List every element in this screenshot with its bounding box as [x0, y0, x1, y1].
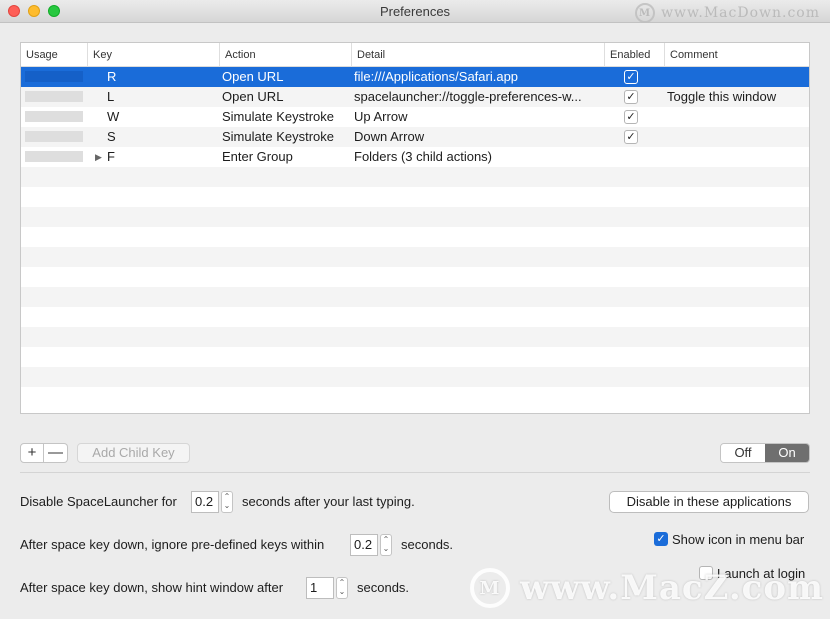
- add-key-button[interactable]: +: [20, 443, 44, 463]
- table-row[interactable]: S Simulate Keystroke Down Arrow ✓: [21, 127, 809, 147]
- row-comment: [667, 127, 807, 147]
- ignore-keys-label: After space key down, ignore pre-defined…: [20, 537, 325, 552]
- enable-toggle[interactable]: Off On: [720, 443, 810, 463]
- ignore-keys-suffix: seconds.: [401, 537, 454, 552]
- toggle-off-segment[interactable]: Off: [721, 444, 765, 462]
- row-action: Open URL: [222, 69, 284, 84]
- row-key: R: [107, 69, 117, 84]
- empty-table-row: [21, 387, 809, 407]
- empty-table-row: [21, 287, 809, 307]
- hint-delay-label: After space key down, show hint window a…: [20, 580, 284, 595]
- show-icon-label[interactable]: Show icon in menu bar: [672, 532, 804, 547]
- enabled-checkbox[interactable]: ✓: [624, 130, 638, 144]
- section-divider: [20, 472, 810, 473]
- empty-table-row: [21, 267, 809, 287]
- stepper-down-icon[interactable]: ⌄: [381, 544, 391, 553]
- watermark-top: M www.MacDown.com: [635, 3, 820, 23]
- column-header-comment[interactable]: Comment: [664, 43, 809, 67]
- watermark-top-text: www.MacDown.com: [661, 5, 820, 21]
- usage-bar: [25, 111, 83, 122]
- column-header-enabled[interactable]: Enabled: [604, 43, 664, 67]
- row-detail: Folders (3 child actions): [354, 149, 492, 164]
- row-comment: Toggle this window: [667, 89, 777, 104]
- toggle-on-segment[interactable]: On: [765, 444, 809, 462]
- empty-table-row: [21, 247, 809, 267]
- watermark-bottom-text: www.MacZ.com: [520, 568, 825, 608]
- hint-delay-stepper[interactable]: ⌃ ⌄: [336, 577, 348, 599]
- row-key: S: [107, 129, 116, 144]
- enabled-checkbox[interactable]: ✓: [624, 110, 638, 124]
- row-detail: Up Arrow: [354, 109, 408, 124]
- usage-bar: [25, 131, 83, 142]
- empty-table-row: [21, 327, 809, 347]
- usage-bar: [25, 151, 83, 162]
- watermark-logo-icon: M: [635, 3, 656, 23]
- row-comment: [667, 107, 807, 127]
- watermark-bottom: M www.MacZ.com: [470, 568, 824, 608]
- disable-delay-suffix: seconds after your last typing.: [242, 494, 415, 509]
- table-row[interactable]: R Open URL file:///Applications/Safari.app…: [21, 67, 809, 87]
- enabled-checkbox[interactable]: ✓: [624, 90, 638, 104]
- ignore-keys-field[interactable]: 0.2: [350, 534, 378, 556]
- preferences-window: Preferences M www.MacDown.com Usage Key …: [0, 0, 830, 619]
- empty-table-row: [21, 207, 809, 227]
- disable-delay-label: Disable SpaceLauncher for: [20, 494, 177, 509]
- title-bar: Preferences M www.MacDown.com: [0, 0, 830, 23]
- empty-table-row: [21, 367, 809, 387]
- row-detail: spacelauncher://toggle-preferences-w...: [354, 89, 582, 104]
- empty-table-row: [21, 227, 809, 247]
- row-detail: Down Arrow: [354, 129, 425, 144]
- row-detail: file:///Applications/Safari.app: [354, 69, 519, 84]
- empty-table-row: [21, 347, 809, 367]
- table-row[interactable]: L Open URL spacelauncher://toggle-preferen…: [21, 87, 809, 107]
- row-action: Simulate Keystroke: [222, 129, 334, 144]
- watermark-bottom-logo-icon: M: [470, 568, 510, 608]
- hint-delay-suffix: seconds.: [357, 580, 410, 595]
- column-header-detail[interactable]: Detail: [351, 43, 604, 67]
- disable-in-applications-button[interactable]: Disable in these applications: [609, 491, 809, 513]
- row-action: Enter Group: [222, 149, 293, 164]
- stepper-down-icon[interactable]: ⌄: [222, 501, 232, 510]
- ignore-keys-stepper[interactable]: ⌃ ⌄: [380, 534, 392, 556]
- add-child-key-button[interactable]: Add Child Key: [77, 443, 190, 463]
- disable-delay-stepper[interactable]: ⌃ ⌄: [221, 491, 233, 513]
- show-icon-checkbox[interactable]: ✓: [654, 532, 668, 546]
- key-mappings-table[interactable]: Usage Key Action Detail Enabled Comment …: [20, 42, 810, 414]
- stepper-up-icon[interactable]: ⌃: [381, 535, 391, 544]
- row-key: W: [107, 109, 120, 124]
- stepper-down-icon[interactable]: ⌄: [337, 587, 347, 596]
- usage-bar: [25, 91, 83, 102]
- stepper-up-icon[interactable]: ⌃: [337, 578, 347, 587]
- row-key: L: [107, 89, 115, 104]
- table-row[interactable]: ▶ F Enter Group Folders (3 child actions): [21, 147, 809, 167]
- row-key: F: [107, 149, 115, 164]
- disable-delay-field[interactable]: 0.2: [191, 491, 219, 513]
- row-action: Simulate Keystroke: [222, 109, 334, 124]
- disclosure-triangle-icon[interactable]: ▶: [95, 147, 102, 167]
- hint-delay-field[interactable]: 1: [306, 577, 334, 599]
- empty-table-row: [21, 307, 809, 327]
- empty-table-row: [21, 167, 809, 187]
- table-header: Usage Key Action Detail Enabled Comment: [21, 43, 809, 67]
- remove-key-button[interactable]: —: [44, 443, 68, 463]
- column-header-usage[interactable]: Usage: [21, 43, 87, 67]
- column-header-action[interactable]: Action: [219, 43, 351, 67]
- usage-bar: [25, 71, 83, 82]
- enabled-checkbox[interactable]: ✓: [624, 70, 638, 84]
- row-action: Open URL: [222, 89, 284, 104]
- table-row[interactable]: W Simulate Keystroke Up Arrow ✓: [21, 107, 809, 127]
- column-header-key[interactable]: Key: [87, 43, 219, 67]
- empty-table-row: [21, 187, 809, 207]
- row-comment: [667, 147, 807, 167]
- row-comment: [667, 67, 807, 87]
- stepper-up-icon[interactable]: ⌃: [222, 492, 232, 501]
